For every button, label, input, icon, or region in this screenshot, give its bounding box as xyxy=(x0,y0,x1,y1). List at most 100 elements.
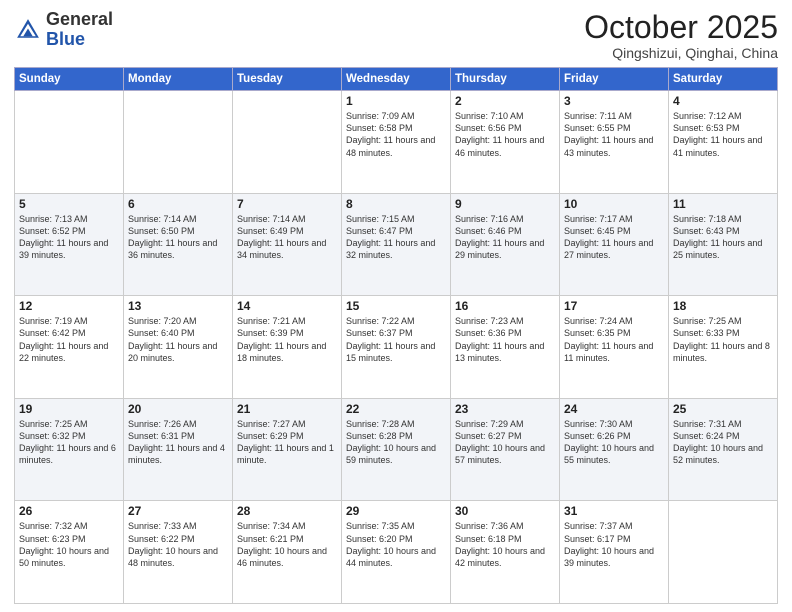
calendar-header-row: Sunday Monday Tuesday Wednesday Thursday… xyxy=(15,68,778,91)
calendar-cell: 28 Sunrise: 7:34 AM Sunset: 6:21 PM Dayli… xyxy=(233,501,342,604)
day-number: 7 xyxy=(237,197,337,211)
day-info: Sunrise: 7:21 AM Sunset: 6:39 PM Dayligh… xyxy=(237,315,337,364)
col-sunday: Sunday xyxy=(15,68,124,91)
day-number: 4 xyxy=(673,94,773,108)
day-info: Sunrise: 7:31 AM Sunset: 6:24 PM Dayligh… xyxy=(673,418,773,467)
day-info: Sunrise: 7:09 AM Sunset: 6:58 PM Dayligh… xyxy=(346,110,446,159)
calendar-cell: 23 Sunrise: 7:29 AM Sunset: 6:27 PM Dayli… xyxy=(451,398,560,501)
calendar-cell: 5Sunrise: 7:13 AM Sunset: 6:52 PM Daylig… xyxy=(15,193,124,296)
day-number: 3 xyxy=(564,94,664,108)
day-info: Sunrise: 7:33 AM Sunset: 6:22 PM Dayligh… xyxy=(128,520,228,569)
logo: General Blue xyxy=(14,10,113,50)
day-number: 9 xyxy=(455,197,555,211)
day-number: 13 xyxy=(128,299,228,313)
day-info: Sunrise: 7:18 AM Sunset: 6:43 PM Dayligh… xyxy=(673,213,773,262)
calendar-cell: 9 Sunrise: 7:16 AM Sunset: 6:46 PM Daylig… xyxy=(451,193,560,296)
calendar-cell: 20 Sunrise: 7:26 AM Sunset: 6:31 PM Dayli… xyxy=(124,398,233,501)
calendar-cell xyxy=(669,501,778,604)
day-info: Sunrise: 7:29 AM Sunset: 6:27 PM Dayligh… xyxy=(455,418,555,467)
day-info: Sunrise: 7:10 AM Sunset: 6:56 PM Dayligh… xyxy=(455,110,555,159)
day-info: Sunrise: 7:26 AM Sunset: 6:31 PM Dayligh… xyxy=(128,418,228,467)
day-info: Sunrise: 7:27 AM Sunset: 6:29 PM Dayligh… xyxy=(237,418,337,467)
calendar-cell xyxy=(124,91,233,194)
col-tuesday: Tuesday xyxy=(233,68,342,91)
day-info: Sunrise: 7:13 AM Sunset: 6:52 PM Dayligh… xyxy=(19,213,119,262)
col-wednesday: Wednesday xyxy=(342,68,451,91)
day-info: Sunrise: 7:32 AM Sunset: 6:23 PM Dayligh… xyxy=(19,520,119,569)
col-saturday: Saturday xyxy=(669,68,778,91)
logo-icon xyxy=(14,16,42,44)
calendar-cell: 14 Sunrise: 7:21 AM Sunset: 6:39 PM Dayli… xyxy=(233,296,342,399)
calendar-cell: 12 Sunrise: 7:19 AM Sunset: 6:42 PM Dayli… xyxy=(15,296,124,399)
day-number: 20 xyxy=(128,402,228,416)
day-number: 29 xyxy=(346,504,446,518)
calendar-cell: 7Sunrise: 7:14 AM Sunset: 6:49 PM Daylig… xyxy=(233,193,342,296)
day-info: Sunrise: 7:12 AM Sunset: 6:53 PM Dayligh… xyxy=(673,110,773,159)
calendar-week-4: 19 Sunrise: 7:25 AM Sunset: 6:32 PM Dayli… xyxy=(15,398,778,501)
day-info: Sunrise: 7:14 AM Sunset: 6:50 PM Dayligh… xyxy=(128,213,228,262)
day-info: Sunrise: 7:15 AM Sunset: 6:47 PM Dayligh… xyxy=(346,213,446,262)
calendar-cell xyxy=(15,91,124,194)
day-number: 25 xyxy=(673,402,773,416)
calendar-cell: 16Sunrise: 7:23 AM Sunset: 6:36 PM Dayli… xyxy=(451,296,560,399)
calendar-week-3: 12 Sunrise: 7:19 AM Sunset: 6:42 PM Dayli… xyxy=(15,296,778,399)
day-number: 14 xyxy=(237,299,337,313)
location-subtitle: Qingshizui, Qinghai, China xyxy=(584,45,778,61)
day-number: 23 xyxy=(455,402,555,416)
day-number: 12 xyxy=(19,299,119,313)
calendar-week-2: 5Sunrise: 7:13 AM Sunset: 6:52 PM Daylig… xyxy=(15,193,778,296)
day-number: 17 xyxy=(564,299,664,313)
day-number: 11 xyxy=(673,197,773,211)
calendar-cell: 29 Sunrise: 7:35 AM Sunset: 6:20 PM Dayli… xyxy=(342,501,451,604)
calendar-week-5: 26 Sunrise: 7:32 AM Sunset: 6:23 PM Dayli… xyxy=(15,501,778,604)
day-info: Sunrise: 7:30 AM Sunset: 6:26 PM Dayligh… xyxy=(564,418,664,467)
page: General Blue October 2025 Qingshizui, Qi… xyxy=(0,0,792,612)
logo-blue: Blue xyxy=(46,29,85,49)
day-number: 16 xyxy=(455,299,555,313)
day-number: 28 xyxy=(237,504,337,518)
day-info: Sunrise: 7:11 AM Sunset: 6:55 PM Dayligh… xyxy=(564,110,664,159)
col-friday: Friday xyxy=(560,68,669,91)
calendar-cell: 3 Sunrise: 7:11 AM Sunset: 6:55 PM Daylig… xyxy=(560,91,669,194)
day-info: Sunrise: 7:28 AM Sunset: 6:28 PM Dayligh… xyxy=(346,418,446,467)
day-number: 18 xyxy=(673,299,773,313)
calendar-cell: 26 Sunrise: 7:32 AM Sunset: 6:23 PM Dayli… xyxy=(15,501,124,604)
day-number: 21 xyxy=(237,402,337,416)
day-number: 30 xyxy=(455,504,555,518)
calendar-cell: 8 Sunrise: 7:15 AM Sunset: 6:47 PM Daylig… xyxy=(342,193,451,296)
day-info: Sunrise: 7:17 AM Sunset: 6:45 PM Dayligh… xyxy=(564,213,664,262)
day-info: Sunrise: 7:37 AM Sunset: 6:17 PM Dayligh… xyxy=(564,520,664,569)
day-info: Sunrise: 7:19 AM Sunset: 6:42 PM Dayligh… xyxy=(19,315,119,364)
day-number: 27 xyxy=(128,504,228,518)
day-number: 2 xyxy=(455,94,555,108)
calendar-cell: 11 Sunrise: 7:18 AM Sunset: 6:43 PM Dayli… xyxy=(669,193,778,296)
day-info: Sunrise: 7:16 AM Sunset: 6:46 PM Dayligh… xyxy=(455,213,555,262)
day-number: 1 xyxy=(346,94,446,108)
calendar-cell: 6Sunrise: 7:14 AM Sunset: 6:50 PM Daylig… xyxy=(124,193,233,296)
day-info: Sunrise: 7:24 AM Sunset: 6:35 PM Dayligh… xyxy=(564,315,664,364)
calendar-cell: 4 Sunrise: 7:12 AM Sunset: 6:53 PM Daylig… xyxy=(669,91,778,194)
day-number: 31 xyxy=(564,504,664,518)
day-number: 8 xyxy=(346,197,446,211)
calendar-cell xyxy=(233,91,342,194)
calendar-cell: 2 Sunrise: 7:10 AM Sunset: 6:56 PM Daylig… xyxy=(451,91,560,194)
day-number: 19 xyxy=(19,402,119,416)
day-info: Sunrise: 7:25 AM Sunset: 6:33 PM Dayligh… xyxy=(673,315,773,364)
day-number: 10 xyxy=(564,197,664,211)
day-info: Sunrise: 7:25 AM Sunset: 6:32 PM Dayligh… xyxy=(19,418,119,467)
calendar-cell: 17 Sunrise: 7:24 AM Sunset: 6:35 PM Dayli… xyxy=(560,296,669,399)
calendar-cell: 24 Sunrise: 7:30 AM Sunset: 6:26 PM Dayli… xyxy=(560,398,669,501)
day-number: 24 xyxy=(564,402,664,416)
calendar-cell: 27 Sunrise: 7:33 AM Sunset: 6:22 PM Dayli… xyxy=(124,501,233,604)
calendar-cell: 1 Sunrise: 7:09 AM Sunset: 6:58 PM Daylig… xyxy=(342,91,451,194)
day-info: Sunrise: 7:34 AM Sunset: 6:21 PM Dayligh… xyxy=(237,520,337,569)
day-info: Sunrise: 7:22 AM Sunset: 6:37 PM Dayligh… xyxy=(346,315,446,364)
calendar-cell: 19 Sunrise: 7:25 AM Sunset: 6:32 PM Dayli… xyxy=(15,398,124,501)
day-number: 15 xyxy=(346,299,446,313)
calendar-cell: 10 Sunrise: 7:17 AM Sunset: 6:45 PM Dayli… xyxy=(560,193,669,296)
day-info: Sunrise: 7:20 AM Sunset: 6:40 PM Dayligh… xyxy=(128,315,228,364)
day-info: Sunrise: 7:35 AM Sunset: 6:20 PM Dayligh… xyxy=(346,520,446,569)
logo-text: General Blue xyxy=(46,10,113,50)
day-number: 26 xyxy=(19,504,119,518)
calendar-cell: 31 Sunrise: 7:37 AM Sunset: 6:17 PM Dayli… xyxy=(560,501,669,604)
